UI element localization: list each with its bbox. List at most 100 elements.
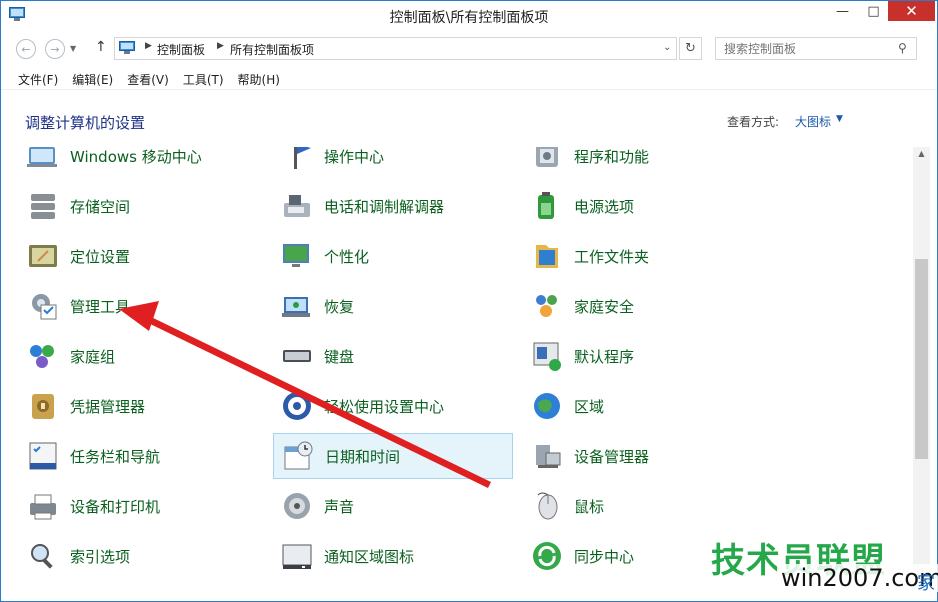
forward-arrow-icon: → [50, 42, 60, 56]
control-panel-item-label: 管理工具 [70, 297, 131, 316]
menu-view[interactable]: 查看(V) [120, 68, 176, 89]
control-panel-icon [119, 41, 135, 54]
phone-modem-icon [280, 189, 314, 223]
homegroup-icon [26, 339, 60, 373]
control-panel-item[interactable]: 存储空间 [19, 183, 259, 229]
control-panel-item[interactable]: Windows 移动中心 [19, 147, 259, 179]
control-panel-item-label: 轻松使用设置中心 [324, 397, 445, 416]
keyboard-icon [280, 339, 314, 373]
control-panel-item-label: 程序和功能 [574, 147, 650, 166]
control-panel-item[interactable]: 定位设置 [19, 233, 259, 279]
power-options-icon [530, 189, 564, 223]
credential-manager-icon [26, 389, 60, 423]
control-panel-item-label: 电源选项 [574, 197, 635, 216]
default-programs-icon [530, 339, 564, 373]
watermark: 技术员联盟 win2007.com 家 [707, 533, 938, 602]
view-by-dropdown[interactable]: 大图标 [795, 113, 831, 130]
control-panel-item[interactable]: 电源选项 [523, 183, 763, 229]
control-panel-item[interactable]: 设备和打印机 [19, 483, 259, 529]
refresh-button[interactable]: ↻ [679, 37, 702, 60]
control-panel-item[interactable]: 轻松使用设置中心 [273, 383, 513, 429]
control-panel-item-label: 存储空间 [70, 197, 131, 216]
ease-of-access-icon [280, 389, 314, 423]
back-button[interactable]: ← [16, 39, 36, 59]
vertical-scrollbar[interactable]: ▲ [913, 147, 930, 589]
control-panel-item[interactable]: 鼠标 [523, 483, 763, 529]
control-panel-item-label: 声音 [324, 497, 355, 516]
control-panel-item-label: 区域 [574, 397, 605, 416]
close-button[interactable]: ✕ [888, 1, 935, 21]
control-panel-item-label: 设备管理器 [574, 447, 650, 466]
device-manager-icon [530, 439, 564, 473]
control-panel-item[interactable]: 个性化 [273, 233, 513, 279]
control-panel-items-grid: Windows 移动中心 操作中心 程序和功能存储空间 电话和调制解调器 电源选项定位设… [1, 147, 913, 589]
recovery-icon [280, 289, 314, 323]
control-panel-item[interactable]: 任务栏和导航 [19, 433, 259, 479]
menu-bar: 文件(F) 编辑(E) 查看(V) 工具(T) 帮助(H) [1, 68, 937, 90]
control-panel-item[interactable]: 恢复 [273, 283, 513, 329]
region-icon [530, 389, 564, 423]
page-heading: 调整计算机的设置 [25, 114, 146, 132]
search-input[interactable] [716, 38, 892, 59]
address-bar[interactable]: ▶ 控制面板 ▶ 所有控制面板项 ⌄ [114, 37, 677, 60]
breadcrumb-all-items[interactable]: 所有控制面板项 [230, 41, 314, 58]
address-dropdown-chevron-icon[interactable]: ⌄ [663, 42, 671, 53]
work-folders-icon [530, 239, 564, 273]
control-panel-item[interactable]: 工作文件夹 [523, 233, 763, 279]
search-box[interactable]: ⚲ [715, 37, 917, 60]
mobility-center-icon [26, 147, 60, 173]
control-panel-item[interactable]: 管理工具 [19, 283, 259, 329]
minimize-button[interactable]: — [827, 1, 858, 21]
control-panel-item[interactable]: 家庭安全 [523, 283, 763, 329]
action-center-icon [280, 147, 314, 173]
window-title: 控制面板\所有控制面板项 [389, 10, 549, 26]
up-button[interactable]: ↑ [95, 39, 107, 55]
control-panel-item[interactable]: 家庭组 [19, 333, 259, 379]
menu-tools[interactable]: 工具(T) [176, 68, 231, 89]
breadcrumb-separator-icon: ▶ [145, 41, 152, 51]
control-panel-item-label: 鼠标 [574, 497, 605, 516]
control-panel-item[interactable]: 索引选项 [19, 533, 259, 579]
forward-button[interactable]: → [45, 39, 65, 59]
control-panel-item[interactable]: 程序和功能 [523, 147, 763, 179]
scrollbar-thumb[interactable] [915, 259, 928, 459]
control-panel-item-label: 家庭安全 [574, 297, 635, 316]
view-by-label: 查看方式: [727, 115, 780, 129]
view-by-caret-icon[interactable]: ▼ [836, 114, 843, 124]
control-panel-item-label: 个性化 [324, 247, 370, 266]
control-panel-item-label: 默认程序 [574, 347, 635, 366]
date-time-icon [281, 439, 315, 473]
scroll-up-arrow-icon[interactable]: ▲ [913, 149, 930, 158]
recent-locations-chevron-icon[interactable]: ▼ [70, 44, 76, 53]
family-safety-icon [530, 289, 564, 323]
control-panel-item[interactable]: 设备管理器 [523, 433, 763, 479]
search-icon[interactable]: ⚲ [898, 41, 907, 55]
menu-file[interactable]: 文件(F) [11, 68, 65, 89]
control-panel-item[interactable]: 电话和调制解调器 [273, 183, 513, 229]
watermark-url: win2007.com [777, 564, 938, 592]
personalization-icon [280, 239, 314, 273]
control-panel-item[interactable]: 声音 [273, 483, 513, 529]
control-panel-item[interactable]: 键盘 [273, 333, 513, 379]
menu-help[interactable]: 帮助(H) [231, 68, 287, 89]
sound-icon [280, 489, 314, 523]
control-panel-item-label: 工作文件夹 [574, 247, 650, 266]
programs-features-icon [530, 147, 564, 173]
control-panel-item-label: 日期和时间 [325, 447, 401, 466]
devices-printers-icon [26, 489, 60, 523]
maximize-button[interactable]: □ [858, 1, 889, 21]
control-panel-item-label: 键盘 [324, 347, 355, 366]
control-panel-item[interactable]: 通知区域图标 [273, 533, 513, 579]
control-panel-item[interactable]: 日期和时间 [273, 433, 513, 479]
menu-edit[interactable]: 编辑(E) [65, 68, 120, 89]
control-panel-item[interactable]: 区域 [523, 383, 763, 429]
control-panel-item-label: 通知区域图标 [324, 547, 415, 566]
title-bar[interactable]: 控制面板\所有控制面板项 — □ ✕ [1, 1, 937, 30]
control-panel-item[interactable]: 凭据管理器 [19, 383, 259, 429]
control-panel-item-label: 同步中心 [574, 547, 635, 566]
breadcrumb-control-panel[interactable]: 控制面板 [157, 41, 205, 58]
control-panel-item[interactable]: 默认程序 [523, 333, 763, 379]
refresh-icon: ↻ [685, 41, 696, 56]
control-panel-item-label: 家庭组 [70, 347, 116, 366]
control-panel-item[interactable]: 操作中心 [273, 147, 513, 179]
